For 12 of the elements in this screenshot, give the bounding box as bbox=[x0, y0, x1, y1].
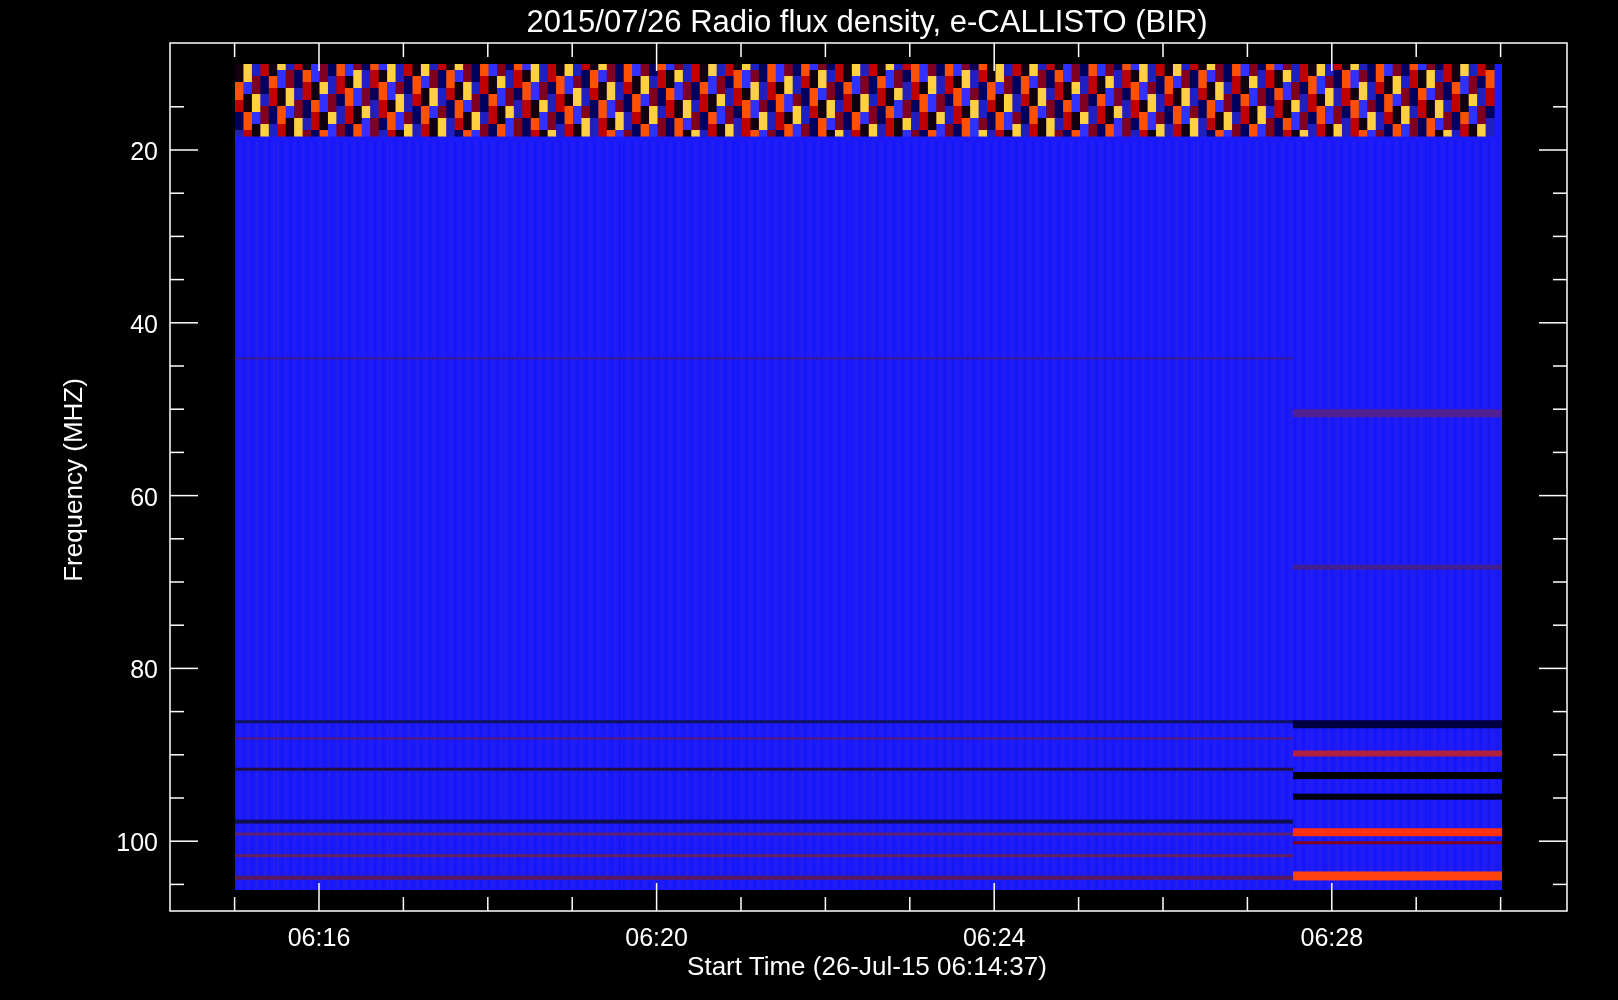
tick-label: 06:20 bbox=[625, 923, 688, 951]
axis-label: Start Time (26-Jul-15 06:14:37) bbox=[687, 951, 1047, 981]
tick-label: 40 bbox=[130, 309, 158, 338]
tick-label: 60 bbox=[130, 482, 158, 511]
tick-label: 06:28 bbox=[1300, 923, 1364, 951]
tick-label: 100 bbox=[116, 828, 158, 857]
tick-label: 80 bbox=[130, 655, 158, 684]
axis-label: Frequency (MHZ) bbox=[58, 378, 88, 582]
tick-label: 06:16 bbox=[287, 923, 351, 951]
tick-label: 06:24 bbox=[962, 923, 1026, 951]
chart-title: 2015/07/26 Radio flux density, e-CALLISTO (BIR) bbox=[526, 4, 1208, 39]
tick-label: 20 bbox=[130, 137, 158, 165]
